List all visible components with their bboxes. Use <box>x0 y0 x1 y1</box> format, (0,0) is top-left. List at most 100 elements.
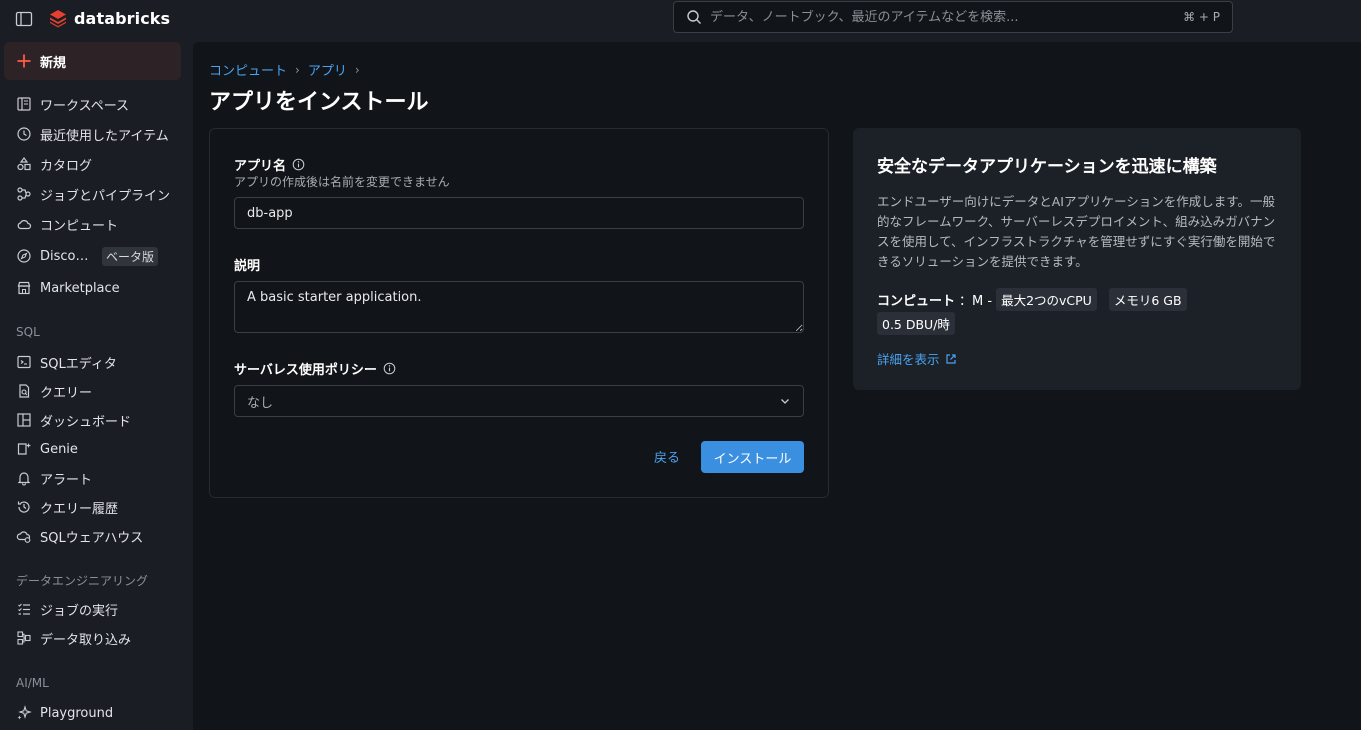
breadcrumb-compute[interactable]: コンピュート <box>209 60 287 79</box>
sidebar-item-alerts[interactable]: アラート <box>0 466 193 490</box>
info-panel: 安全なデータアプリケーションを迅速に構築 エンドユーザー向けにデータとAIアプリ… <box>853 128 1301 390</box>
sidebar-item-label: アラート <box>40 472 93 488</box>
sidebar-toggle-icon[interactable] <box>14 9 34 29</box>
breadcrumb-separator: › <box>354 62 360 77</box>
policy-select[interactable]: なし <box>234 385 804 417</box>
sidebar-item-label: データ取り込み <box>40 632 132 648</box>
policy-label: サーバレス使用ポリシー <box>234 359 396 378</box>
compass-icon <box>17 249 31 263</box>
info-icon[interactable] <box>383 362 396 375</box>
page-title: アプリをインストール <box>209 90 429 115</box>
breadcrumb: コンピュート › アプリ › <box>209 60 360 80</box>
sidebar-item-label: 最近使用したアイテム <box>40 128 169 144</box>
sidebar-section-sql: SQL <box>16 325 40 339</box>
sidebar-item-workspace[interactable]: ワークスペース <box>0 92 193 116</box>
history-icon <box>17 501 30 513</box>
compute-key: コンピュート <box>877 294 956 309</box>
vcpu-chip: 最大2つのvCPU <box>996 288 1097 311</box>
warehouse-icon <box>16 531 31 543</box>
dashboard-icon <box>17 413 31 427</box>
memory-chip: メモリ6 GB <box>1108 288 1187 311</box>
sidebar-item-data-ingestion[interactable]: データ取り込み <box>0 626 193 650</box>
catalog-icon <box>17 157 31 171</box>
back-button[interactable]: 戻る <box>654 447 680 466</box>
description-textarea[interactable]: A basic starter application. <box>234 281 804 333</box>
global-search[interactable]: ⌘ + P <box>673 1 1233 33</box>
sidebar-item-label: ジョブとパイプライン <box>40 188 170 204</box>
sidebar-item-label: Discover <box>40 248 92 264</box>
databricks-logo[interactable]: databricks <box>48 8 170 28</box>
sidebar-item-job-runs[interactable]: ジョブの実行 <box>0 597 193 621</box>
install-button[interactable]: インストール <box>701 441 804 473</box>
sidebar-item-playground[interactable]: Playground <box>0 701 193 725</box>
sidebar-item-dashboards[interactable]: ダッシュボード <box>0 408 193 432</box>
sidebar-item-compute[interactable]: コンピュート <box>0 212 193 236</box>
main-content: コンピュート › アプリ › アプリをインストール アプリ名 アプリの作成後は名… <box>193 42 1361 730</box>
app-name-label-text: アプリ名 <box>234 159 287 174</box>
dbu-chip: 0.5 DBU/時 <box>877 312 955 335</box>
clock-icon <box>17 127 31 141</box>
sidebar-item-genie[interactable]: Genie <box>0 437 193 461</box>
databricks-logo-icon <box>50 10 66 28</box>
store-icon <box>17 281 31 295</box>
search-shortcut: ⌘ + P <box>1183 10 1220 24</box>
bell-icon <box>17 472 31 486</box>
policy-label-text: サーバレス使用ポリシー <box>234 363 377 378</box>
genie-icon <box>17 443 31 455</box>
external-link-icon <box>945 353 956 364</box>
query-icon <box>19 384 30 398</box>
sidebar-item-label: クエリー <box>40 385 93 401</box>
sidebar-item-label: クエリー履歴 <box>40 501 119 517</box>
sidebar-item-sql-warehouses[interactable]: SQLウェアハウス <box>0 524 193 548</box>
sidebar-item-label: Marketplace <box>40 280 120 296</box>
sidebar-item-label: Genie <box>40 441 78 457</box>
logo-text: databricks <box>74 8 171 28</box>
ingest-icon <box>17 631 31 645</box>
sidebar-item-catalog[interactable]: カタログ <box>0 152 193 176</box>
description-label-text: 説明 <box>234 259 261 274</box>
chevron-down-icon <box>781 399 789 404</box>
info-icon[interactable] <box>292 158 305 171</box>
jobs-pipelines-icon <box>17 187 31 201</box>
install-form: アプリ名 アプリの作成後は名前を変更できません 説明 A basic start… <box>209 128 829 498</box>
sidebar-item-label: コンピュート <box>40 218 119 234</box>
sidebar-item-label: Playground <box>40 705 114 721</box>
sidebar-item-marketplace[interactable]: Marketplace <box>0 276 193 300</box>
policy-select-value: なし <box>247 395 274 411</box>
sql-editor-icon <box>17 355 31 369</box>
breadcrumb-separator: › <box>295 62 300 77</box>
sidebar-item-discover[interactable]: Discover ベータ版 <box>0 244 193 268</box>
plus-icon <box>17 54 31 68</box>
sidebar-section-ai-ml: AI/ML <box>16 676 49 690</box>
app-name-hint: アプリの作成後は名前を変更できません <box>234 175 450 189</box>
job-runs-icon <box>18 603 30 615</box>
sidebar: 新規 ワークスペース 最近使用したアイテム カタログ ジョブとパイプライン コン… <box>0 42 193 730</box>
compute-spec: コンピュート ：M - 最大2つのvCPU メモリ6 GB <box>877 288 1277 311</box>
cloud-icon <box>17 220 32 230</box>
beta-badge: ベータ版 <box>102 246 159 266</box>
sidebar-item-query-history[interactable]: クエリー履歴 <box>0 495 193 519</box>
sidebar-item-jobs-pipelines[interactable]: ジョブとパイプライン <box>0 182 193 206</box>
search-icon <box>687 10 701 24</box>
sidebar-item-queries[interactable]: クエリー <box>0 379 193 403</box>
top-bar: databricks ⌘ + P <box>0 0 1361 42</box>
sidebar-item-recents[interactable]: 最近使用したアイテム <box>0 122 193 146</box>
sidebar-item-label: SQLエディタ <box>40 356 117 372</box>
compute-size: ：M - <box>959 294 993 309</box>
sidebar-item-label: SQLウェアハウス <box>40 530 144 546</box>
sidebar-item-label: ワークスペース <box>40 98 130 114</box>
new-button[interactable]: 新規 <box>4 42 181 80</box>
learn-more-text: 詳細を表示 <box>877 352 940 367</box>
new-button-label: 新規 <box>40 55 67 71</box>
breadcrumb-apps[interactable]: アプリ <box>308 60 347 79</box>
learn-more-link[interactable]: 詳細を表示 <box>877 349 957 368</box>
sidebar-section-data-engineering: データエンジニアリング <box>16 574 149 588</box>
description-label: 説明 <box>234 255 260 274</box>
app-name-label: アプリ名 <box>234 155 305 174</box>
workspace-icon <box>17 97 31 111</box>
sidebar-item-label: カタログ <box>40 158 93 174</box>
app-name-input[interactable] <box>234 197 804 229</box>
sidebar-item-sql-editor[interactable]: SQLエディタ <box>0 350 193 374</box>
sidebar-item-label: ダッシュボード <box>40 414 132 430</box>
search-input[interactable] <box>710 9 1184 25</box>
